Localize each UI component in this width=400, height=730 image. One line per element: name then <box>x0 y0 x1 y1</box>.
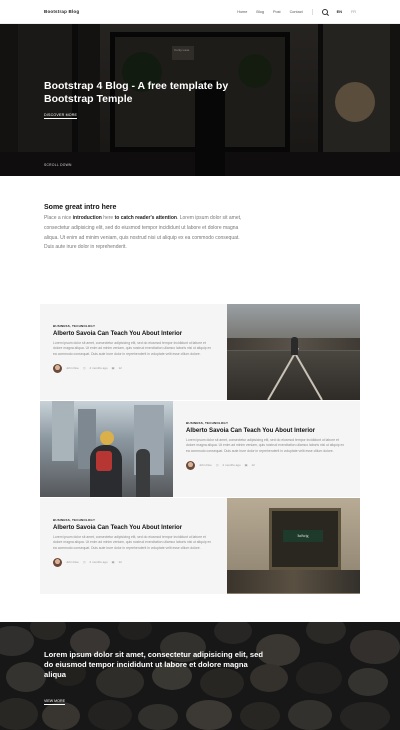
brand-logo[interactable]: Bootstrap Blog <box>44 9 79 14</box>
avatar[interactable] <box>186 460 195 470</box>
shop-sign: ludwig <box>283 530 323 542</box>
nav-menu: Home Blog Post Contact EN FR <box>237 8 356 15</box>
post-author[interactable]: John Doe <box>66 560 79 564</box>
hero-section: Corky Lane Bootstrap 4 Blog - A free tem… <box>0 24 400 176</box>
scroll-down-link[interactable]: SCROLL DOWN <box>44 163 72 167</box>
post-title[interactable]: Alberto Savoia Can Teach You About Inter… <box>53 330 214 337</box>
discover-more-link[interactable]: DISCOVER MORE <box>44 113 78 119</box>
post-date: 2 months ago <box>222 463 241 468</box>
avatar[interactable] <box>53 557 62 567</box>
intro-section: Some great intro here Place a nice intro… <box>44 204 249 253</box>
hero-title: Bootstrap 4 Blog - A free template by Bo… <box>44 80 229 105</box>
intro-text: Place a nice introduction here to catch … <box>44 215 242 251</box>
post-meta: John Doe ◷ 2 months ago ▣ 12 <box>186 460 347 470</box>
post-image[interactable] <box>227 304 360 400</box>
nav-item-blog[interactable]: Blog <box>256 10 264 14</box>
comment-icon: ▣ <box>244 463 248 468</box>
view-more-link[interactable]: VIEW MORE <box>44 699 65 705</box>
post-comments: 12 <box>118 366 122 371</box>
post-category[interactable]: BUSINESS, TECHNOLOGY <box>53 518 214 522</box>
post-category[interactable]: BUSINESS, TECHNOLOGY <box>186 421 347 425</box>
crowd <box>227 570 360 593</box>
post-author[interactable]: John Doe <box>66 366 79 370</box>
post-image[interactable] <box>40 401 173 497</box>
post-excerpt: Lorem ipsum dolor sit amet, consectetur … <box>53 535 212 550</box>
nav-item-contact[interactable]: Contact <box>290 10 303 14</box>
post-category[interactable]: BUSINESS, TECHNOLOGY <box>53 324 214 328</box>
clock-icon: ◷ <box>215 463 219 468</box>
post-excerpt: Lorem ipsum dolor sit amet, consectetur … <box>53 341 212 356</box>
post-author[interactable]: John Doe <box>199 463 212 467</box>
post-meta: John Doe ◷ 2 months ago ▣ 12 <box>53 557 214 567</box>
post-excerpt: Lorem ipsum dolor sit amet, consectetur … <box>186 438 345 453</box>
post-image[interactable]: ludwig <box>227 498 360 594</box>
yellow-hat <box>100 431 114 445</box>
nav-item-home[interactable]: Home <box>237 10 247 14</box>
divider-text: Lorem ipsum dolor sit amet, consectetur … <box>44 650 264 680</box>
clock-icon: ◷ <box>82 366 86 371</box>
rail <box>267 347 299 400</box>
rail <box>291 347 323 400</box>
avatar[interactable] <box>53 363 62 373</box>
comment-icon: ▣ <box>111 366 115 371</box>
search-icon[interactable] <box>321 8 328 15</box>
post-title[interactable]: Alberto Savoia Can Teach You About Inter… <box>186 427 347 434</box>
post-meta: John Doe ◷ 2 months ago ▣ 12 <box>53 363 214 373</box>
pedestrian <box>136 449 150 497</box>
navbar: Bootstrap Blog Home Blog Post Contact EN… <box>0 0 400 24</box>
post-comments: 12 <box>251 463 255 468</box>
post-date: 2 months ago <box>89 560 108 565</box>
walking-man <box>291 337 298 355</box>
backpack <box>96 451 112 471</box>
post-card: BUSINESS, TECHNOLOGY Alberto Savoia Can … <box>40 304 227 400</box>
post-card: BUSINESS, TECHNOLOGY Alberto Savoia Can … <box>40 498 227 594</box>
post-title[interactable]: Alberto Savoia Can Teach You About Inter… <box>53 524 214 531</box>
post-comments: 12 <box>118 560 122 565</box>
post-card: BUSINESS, TECHNOLOGY Alberto Savoia Can … <box>173 401 360 497</box>
nav-divider <box>311 8 313 15</box>
language-fr[interactable]: FR <box>351 10 356 14</box>
comment-icon: ▣ <box>111 560 115 565</box>
intro-heading: Some great intro here <box>44 204 117 211</box>
building <box>52 401 74 461</box>
nav-item-post[interactable]: Post <box>273 10 281 14</box>
language-en[interactable]: EN <box>337 10 342 14</box>
divider-section: Lorem ipsum dolor sit amet, consectetur … <box>0 622 400 730</box>
clock-icon: ◷ <box>82 560 86 565</box>
post-date: 2 months ago <box>89 366 108 371</box>
